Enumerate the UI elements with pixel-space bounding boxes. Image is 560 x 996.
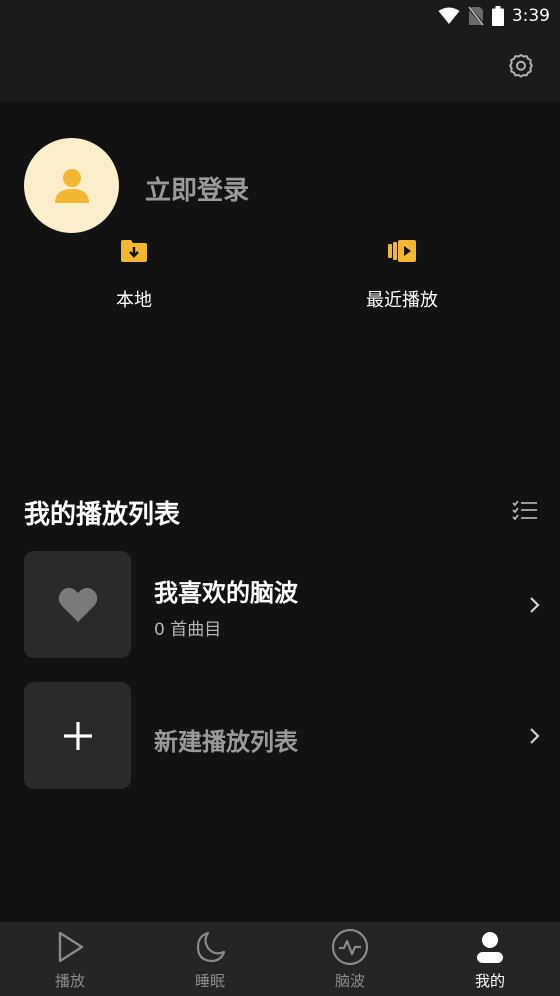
quick-action-label: 本地 bbox=[116, 290, 152, 311]
nav-label: 我的 bbox=[474, 972, 505, 990]
no-sim-icon bbox=[467, 6, 484, 26]
nav-label: 播放 bbox=[54, 972, 85, 990]
playlist-thumbnail bbox=[24, 551, 131, 658]
status-time: 3:39 bbox=[511, 6, 550, 26]
play-icon bbox=[58, 931, 84, 963]
recent-play-icon bbox=[388, 240, 416, 262]
user-icon bbox=[54, 168, 89, 203]
person-icon bbox=[477, 932, 503, 963]
chevron-right-icon bbox=[530, 728, 540, 744]
heart-icon bbox=[58, 587, 97, 622]
brainwave-icon bbox=[331, 928, 369, 966]
checklist-icon[interactable] bbox=[512, 500, 538, 522]
folder-download-icon bbox=[121, 240, 147, 262]
quick-action-recent[interactable]: 最近播放 bbox=[332, 236, 472, 312]
new-playlist-label: 新建播放列表 bbox=[154, 728, 298, 756]
nav-label: 睡眠 bbox=[194, 972, 225, 990]
nav-item-play[interactable]: 播放 bbox=[0, 922, 140, 996]
nav-label: 脑波 bbox=[334, 972, 365, 990]
nav-item-sleep[interactable]: 睡眠 bbox=[140, 922, 280, 996]
login-link[interactable]: 立即登录 bbox=[145, 170, 249, 207]
gear-icon bbox=[509, 54, 533, 78]
nav-item-mine[interactable]: 我的 bbox=[420, 922, 560, 996]
playlist-track-count: 0 首曲目 bbox=[154, 620, 222, 640]
settings-button[interactable] bbox=[504, 49, 538, 83]
plus-icon bbox=[63, 721, 92, 750]
battery-icon bbox=[491, 6, 504, 26]
nav-item-brainwave[interactable]: 脑波 bbox=[280, 922, 420, 996]
quick-action-local[interactable]: 本地 bbox=[64, 236, 204, 312]
wifi-icon bbox=[438, 7, 460, 24]
avatar[interactable] bbox=[24, 138, 119, 233]
quick-action-label: 最近播放 bbox=[366, 290, 438, 311]
playlist-row-favorites[interactable]: 我喜欢的脑波 0 首曲目 bbox=[24, 551, 544, 659]
new-playlist-thumbnail bbox=[24, 682, 131, 789]
status-icons: 3:39 bbox=[438, 5, 550, 27]
app-bar bbox=[0, 32, 560, 102]
bottom-nav: 播放 睡眠 脑波 我的 bbox=[0, 922, 560, 996]
playlist-name: 我喜欢的脑波 bbox=[154, 579, 298, 607]
chevron-right-icon bbox=[530, 597, 540, 613]
status-bar: 3:39 bbox=[0, 0, 560, 32]
moon-icon bbox=[196, 931, 226, 963]
new-playlist-row[interactable]: 新建播放列表 bbox=[24, 682, 544, 790]
section-title: 我的播放列表 bbox=[24, 500, 181, 530]
